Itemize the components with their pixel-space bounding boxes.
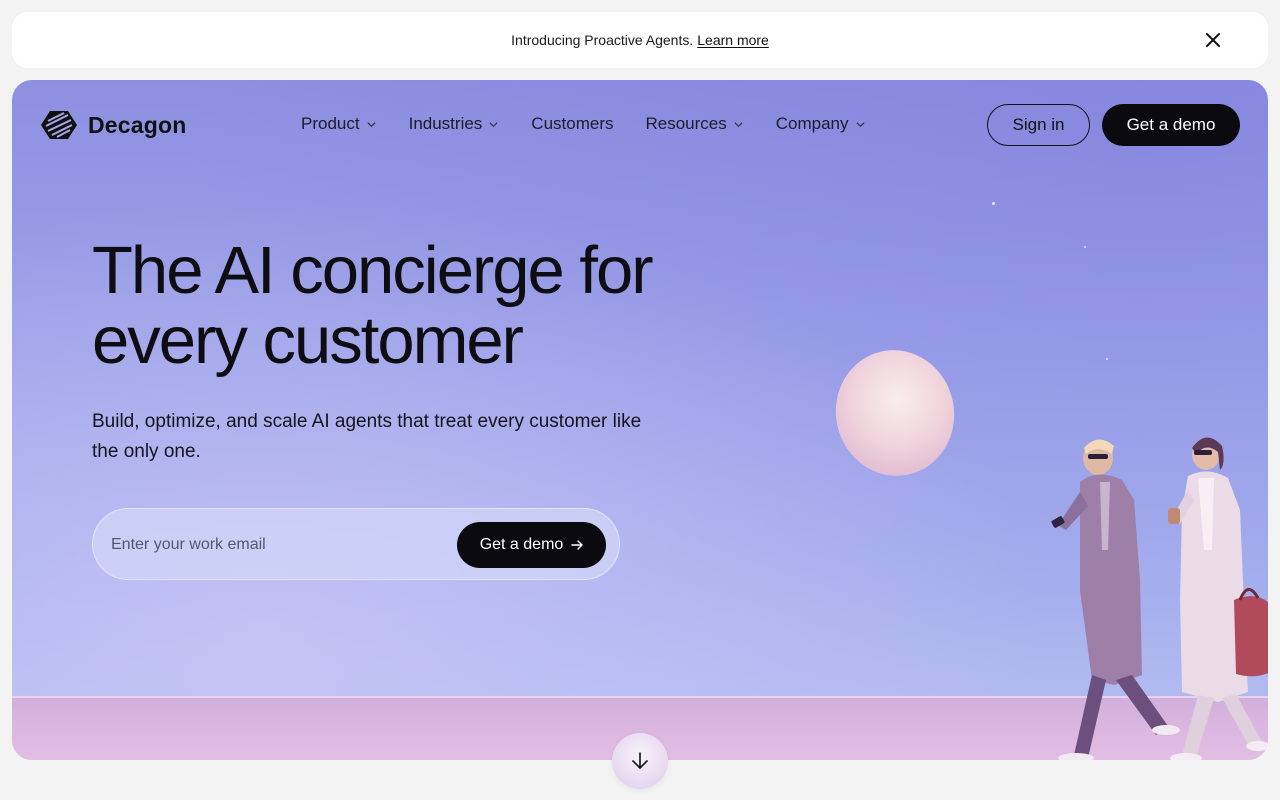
nav-item-industries[interactable]: Industries: [409, 114, 500, 134]
get-demo-nav-button[interactable]: Get a demo: [1102, 104, 1240, 146]
star: [992, 202, 995, 205]
star: [1106, 358, 1108, 360]
chevron-down-icon: [855, 121, 865, 127]
hero-section: Decagon Product Industries Customers Res…: [12, 80, 1268, 760]
brand-name: Decagon: [88, 111, 187, 138]
main-nav: Product Industries Customers Resources C…: [301, 114, 866, 134]
nav-item-label: Company: [775, 114, 849, 133]
announcement-text: Introducing Proactive Agents.: [511, 32, 694, 48]
nav-item-product[interactable]: Product: [301, 114, 377, 134]
close-icon[interactable]: [1202, 29, 1224, 51]
sign-in-button[interactable]: Sign in: [987, 104, 1090, 146]
nav-item-company[interactable]: Company: [776, 114, 866, 134]
decagon-logo-icon: [41, 111, 77, 139]
headline-line-2: every customer: [92, 303, 524, 378]
chevron-down-icon: [367, 121, 376, 127]
email-signup-form: Get a demo: [92, 508, 620, 580]
brand-logo[interactable]: Decagon: [40, 110, 187, 140]
get-demo-label: Get a demo: [479, 536, 564, 553]
chevron-down-icon: [734, 121, 743, 127]
people-walking-image: [1051, 437, 1268, 760]
work-email-input[interactable]: [111, 529, 441, 561]
announcement-bar: Introducing Proactive Agents. Learn more: [12, 12, 1268, 68]
nav-item-label: Product: [301, 114, 360, 133]
arrow-down-icon: [632, 752, 648, 770]
nav-item-label: Industries: [408, 114, 483, 133]
hero-headline: The AI concierge for every customer: [92, 236, 792, 376]
chevron-down-icon: [489, 121, 498, 127]
nav-item-resources[interactable]: Resources: [645, 114, 743, 134]
headline-line-1: The AI concierge for: [92, 233, 654, 308]
hero-subtext: Build, optimize, and scale AI agents tha…: [92, 411, 642, 462]
nav-item-label: Customers: [531, 114, 614, 133]
scroll-down-button[interactable]: [612, 733, 668, 789]
learn-more-link[interactable]: Learn more: [697, 32, 769, 48]
star: [1084, 246, 1086, 248]
get-demo-hero-button[interactable]: Get a demo: [457, 522, 606, 568]
arrow-right-icon: [571, 540, 584, 550]
nav-item-customers[interactable]: Customers: [531, 114, 613, 134]
nav-item-label: Resources: [645, 114, 727, 133]
